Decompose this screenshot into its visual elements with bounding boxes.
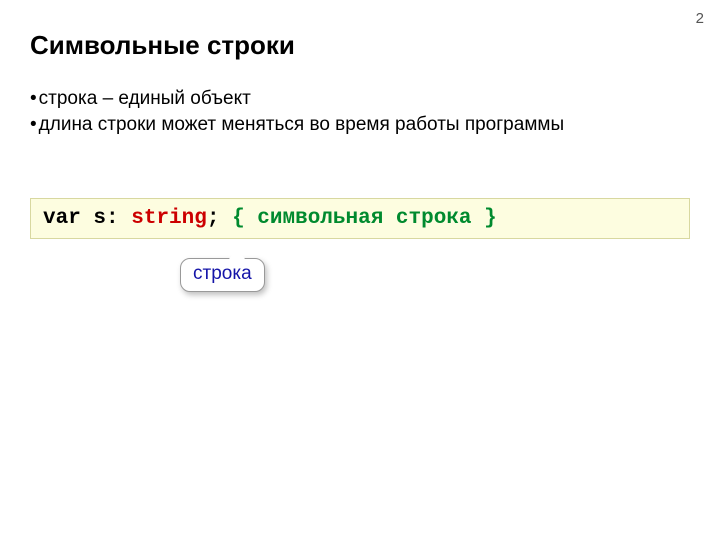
- bullet-marker: •: [30, 86, 37, 112]
- bullet-list: • строка – единый объект • длина строки …: [30, 86, 690, 137]
- code-token-colon: :: [106, 207, 131, 230]
- code-block: var s: string; { символьная строка }: [30, 198, 690, 239]
- bullet-text: строка – единый объект: [39, 86, 690, 112]
- bullet-text: длина строки может меняться во время раб…: [39, 112, 690, 138]
- code-token-ident: s: [81, 207, 106, 230]
- bullet-item: • длина строки может меняться во время р…: [30, 112, 690, 138]
- bullet-marker: •: [30, 112, 37, 138]
- code-token-comment: { символьная строка }: [232, 207, 497, 230]
- code-token-keyword: var: [43, 207, 81, 230]
- code-token-spacer: [219, 207, 232, 230]
- slide-title: Символьные строки: [30, 30, 295, 61]
- bullet-item: • строка – единый объект: [30, 86, 690, 112]
- page-number: 2: [696, 10, 704, 27]
- code-token-semi: ;: [207, 207, 220, 230]
- code-token-type: string: [131, 207, 207, 230]
- callout-label: строка: [180, 258, 265, 292]
